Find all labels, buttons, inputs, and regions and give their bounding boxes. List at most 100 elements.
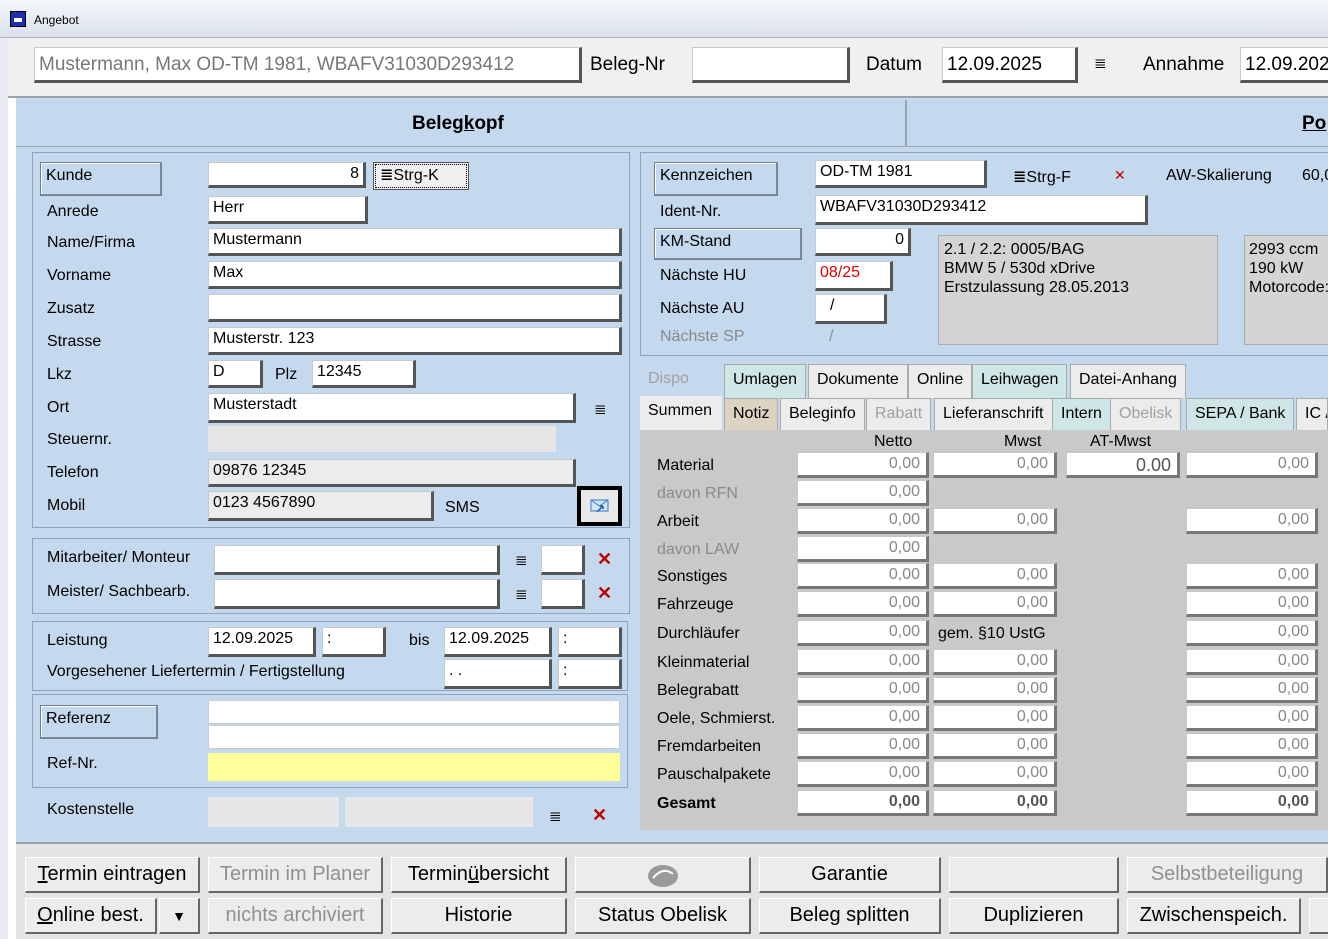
summen-mwst-field[interactable]: 0,00 [933, 452, 1057, 478]
date-list-icon[interactable]: ≣ [1094, 54, 1107, 72]
referenz-field-2[interactable] [208, 725, 620, 749]
annahme-field[interactable]: 12.09.202 [1240, 47, 1328, 83]
tab-leihwagen[interactable]: Leihwagen [972, 364, 1068, 398]
summen-total-field[interactable]: 0,00 [1186, 620, 1318, 646]
summen-total-field[interactable]: 0,00 [1186, 733, 1318, 759]
garantie-button[interactable]: Garantie [759, 857, 941, 893]
tab-belegkopf[interactable]: Belegkopf [412, 113, 504, 135]
au-field[interactable]: / [815, 294, 887, 324]
tab-beleginfo[interactable]: Beleginfo [780, 398, 865, 432]
online-best-button[interactable]: Online best. [25, 898, 157, 934]
steuernr-field[interactable] [208, 426, 556, 452]
summen-mwst-field[interactable]: 0,00 [933, 591, 1057, 617]
termin-eintragen-button[interactable]: Termin eintragen [25, 857, 200, 893]
beleg-splitten-button[interactable]: Beleg splitten [759, 898, 941, 934]
tab-positionen[interactable]: Po [1302, 113, 1326, 135]
strg-k-button[interactable]: ≣Strg-K [373, 162, 469, 190]
duplizieren-button[interactable]: Duplizieren [949, 898, 1119, 934]
historie-button[interactable]: Historie [391, 898, 567, 934]
leistung-to-date[interactable]: 12.09.2025 [444, 627, 552, 657]
meister-code-field[interactable] [541, 579, 585, 609]
kunde-button[interactable]: Kunde [40, 162, 162, 196]
kostenstelle-list-icon[interactable]: ≣ [549, 807, 562, 825]
summen-netto-field[interactable]: 0,00 [797, 563, 929, 589]
terminuebersicht-button[interactable]: Terminübersicht [391, 857, 567, 893]
summen-at-field[interactable]: 0.00 [1066, 452, 1180, 478]
km-stand-field[interactable]: 0 [815, 228, 911, 256]
tab-lieferanschrift[interactable]: Lieferanschrift [934, 398, 1053, 432]
mitarbeiter-code-field[interactable] [541, 545, 585, 575]
lkz-field[interactable]: D [208, 360, 263, 388]
customer-vehicle-field[interactable]: Mustermann, Max OD-TM 1981, WBAFV31030D2… [34, 47, 582, 83]
kunde-number-field[interactable]: 8 [208, 162, 366, 188]
tab-intern[interactable]: Intern [1052, 398, 1111, 432]
summen-netto-field[interactable]: 0,00 [797, 591, 929, 617]
tab-dokumente[interactable]: Dokumente [808, 364, 908, 398]
ident-field[interactable]: WBAFV31030D293412 [815, 195, 1148, 225]
beleg-nr-field[interactable] [692, 47, 850, 83]
telefon-field[interactable]: 09876 12345 [208, 459, 576, 487]
refnr-field[interactable] [208, 753, 620, 781]
vorname-field[interactable]: Max [208, 261, 622, 289]
kennzeichen-field[interactable]: OD-TM 1981 [815, 160, 987, 188]
plz-field[interactable]: 12345 [312, 360, 416, 388]
km-stand-button[interactable]: KM-Stand [654, 228, 802, 260]
hu-field[interactable]: 08/25 [815, 261, 893, 291]
summen-mwst-field[interactable]: 0,00 [933, 790, 1057, 816]
summen-mwst-field[interactable]: 0,00 [933, 649, 1057, 675]
zwischenspeich-button[interactable]: Zwischenspeich. [1127, 898, 1301, 934]
summen-total-field[interactable]: 0,00 [1186, 591, 1318, 617]
tab-obelisk[interactable]: Obelisk [1110, 398, 1182, 432]
leistung-from-date[interactable]: 12.09.2025 [208, 627, 316, 657]
kostenstelle-clear-icon[interactable]: ✕ [592, 805, 607, 826]
summen-netto-field[interactable]: 0,00 [797, 508, 929, 534]
meister-list-icon[interactable]: ≣ [515, 585, 528, 603]
datum-field[interactable]: 12.09.2025 [942, 47, 1078, 83]
tab-umlagen[interactable]: Umlagen [724, 364, 807, 398]
sms-button[interactable] [577, 486, 622, 526]
status-obelisk-button[interactable]: Status Obelisk [575, 898, 751, 934]
summen-total-field[interactable]: 0,00 [1186, 677, 1318, 703]
summen-mwst-field[interactable]: 0,00 [933, 761, 1057, 787]
summen-netto-field[interactable]: 0,00 [797, 649, 929, 675]
tab-rabatt[interactable]: Rabatt [866, 398, 932, 432]
meister-field[interactable] [214, 579, 500, 609]
kostenstelle-field-2[interactable] [345, 797, 533, 827]
tab-sepa-bank[interactable]: SEPA / Bank [1186, 398, 1295, 432]
mitarbeiter-field[interactable] [214, 545, 500, 575]
mitarbeiter-clear-icon[interactable]: ✕ [597, 549, 612, 570]
tab-notiz[interactable]: Notiz [724, 398, 779, 432]
vehicle-clear-icon[interactable]: ✕ [1114, 167, 1126, 184]
summen-netto-field[interactable]: 0,00 [797, 677, 929, 703]
summen-netto-field[interactable]: 0,00 [797, 761, 929, 787]
summen-netto-field[interactable]: 0,00 [797, 480, 929, 506]
image-button[interactable] [575, 857, 751, 893]
summen-total-field[interactable]: 0,00 [1186, 761, 1318, 787]
summen-total-field[interactable]: 0,00 [1186, 705, 1318, 731]
summen-netto-field[interactable]: 0,00 [797, 705, 929, 731]
ort-list-icon[interactable]: ≣ [594, 400, 607, 418]
summen-mwst-field[interactable]: 0,00 [933, 705, 1057, 731]
tab-dispo[interactable]: Dispo [640, 364, 702, 398]
referenz-button[interactable]: Referenz [40, 705, 158, 739]
archiv-status-button[interactable]: nichts archiviert [208, 898, 383, 934]
zusatz-field[interactable] [208, 294, 622, 322]
summen-total-field[interactable]: 0,00 [1186, 452, 1318, 478]
summen-total-field[interactable]: 0,00 [1186, 563, 1318, 589]
meister-clear-icon[interactable]: ✕ [597, 583, 612, 604]
strg-f-button[interactable]: ≣Strg-F [1013, 167, 1071, 187]
mitarbeiter-list-icon[interactable]: ≣ [515, 551, 528, 569]
kostenstelle-field-1[interactable] [208, 797, 339, 827]
summen-mwst-field[interactable]: 0,00 [933, 677, 1057, 703]
summen-mwst-field[interactable]: 0,00 [933, 563, 1057, 589]
name-field[interactable]: Mustermann [208, 228, 622, 256]
liefertermin-time[interactable]: : [558, 659, 622, 689]
summen-netto-field[interactable]: 0,00 [797, 452, 929, 478]
referenz-field-1[interactable] [208, 700, 620, 724]
termin-im-planer-button[interactable]: Termin im Planer [208, 857, 383, 893]
kennzeichen-button[interactable]: Kennzeichen [654, 162, 778, 196]
leistung-from-time[interactable]: : [322, 627, 386, 657]
ort-field[interactable]: Musterstadt [208, 393, 576, 423]
tab-summen[interactable]: Summen [640, 396, 722, 432]
mobil-field[interactable]: 0123 4567890 [208, 491, 434, 521]
